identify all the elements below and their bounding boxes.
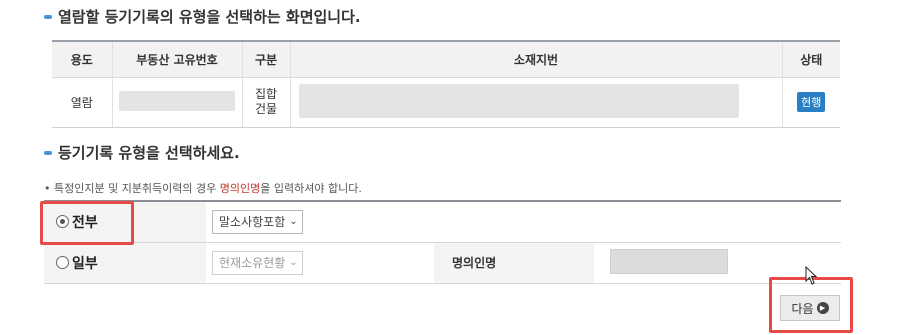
highlight-box-radio bbox=[40, 201, 134, 245]
next-button-label: 다음 bbox=[791, 301, 814, 316]
cell-unique-number bbox=[111, 77, 242, 128]
category-text: 집합건물 bbox=[254, 87, 278, 116]
next-button[interactable]: 다음 ▶ bbox=[780, 295, 840, 321]
notice-highlight: 명의인명 bbox=[219, 182, 261, 195]
header-purpose: 용도 bbox=[52, 40, 112, 78]
notice-text: • 특정인지분 및 지분취득이력의 경우 명의인명을 입력하셔야 합니다. bbox=[44, 180, 362, 196]
select-partial-scope[interactable]: 현재소유현황 ⌄ bbox=[212, 250, 303, 275]
notice-suffix: 을 입력하셔야 합니다. bbox=[260, 182, 362, 195]
owner-name-input[interactable] bbox=[610, 248, 728, 274]
record-type-table: 전부 말소사항포함 ⌄ 일부 현재소유현황 ⌄ 명의인명 bbox=[44, 200, 841, 284]
table-header-row: 용도 부동산 고유번호 구분 소재지번 상태 bbox=[52, 40, 840, 78]
cell-status: 현행 bbox=[781, 77, 840, 128]
cell-location bbox=[289, 77, 782, 128]
bullet-icon bbox=[44, 150, 52, 155]
section-title-text: 등기기록 유형을 선택하세요. bbox=[58, 144, 240, 162]
mouse-cursor-icon bbox=[805, 266, 818, 285]
property-table: 용도 부동산 고유번호 구분 소재지번 상태 열람 집합건물 현행 bbox=[52, 40, 840, 128]
radio-partial-label: 일부 bbox=[72, 255, 98, 272]
play-circle-icon: ▶ bbox=[816, 302, 829, 314]
header-unique-number: 부동산 고유번호 bbox=[111, 40, 242, 78]
radio-unchecked-icon[interactable] bbox=[56, 256, 69, 269]
chevron-down-icon: ⌄ bbox=[289, 257, 298, 268]
radio-cell-partial: 일부 bbox=[44, 242, 206, 284]
chevron-down-icon: ⌄ bbox=[289, 216, 298, 228]
section-title-text: 열람할 등기기록의 유형을 선택하는 화면입니다. bbox=[58, 8, 361, 26]
redacted-unique-number bbox=[119, 90, 235, 111]
notice-prefix: • 특정인지분 및 지분취득이력의 경우 bbox=[44, 182, 220, 195]
redacted-location bbox=[298, 83, 739, 118]
cell-category: 집합건물 bbox=[241, 77, 290, 128]
bullet-icon bbox=[44, 14, 52, 19]
select-partial-value: 현재소유현황 bbox=[219, 256, 286, 270]
select-full-value: 말소사항포함 bbox=[219, 215, 286, 230]
header-category: 구분 bbox=[241, 40, 290, 78]
section-title-select-type: 등기기록 유형을 선택하세요. bbox=[44, 142, 240, 163]
section-title-select-screen: 열람할 등기기록의 유형을 선택하는 화면입니다. bbox=[44, 6, 361, 27]
empty-cell bbox=[434, 200, 594, 243]
select-full-scope[interactable]: 말소사항포함 ⌄ bbox=[212, 209, 303, 234]
radio-partial[interactable]: 일부 bbox=[56, 253, 206, 273]
select-cell-full: 말소사항포함 ⌄ bbox=[206, 200, 434, 243]
select-cell-partial: 현재소유현황 ⌄ bbox=[206, 242, 434, 284]
empty-cell bbox=[594, 200, 841, 243]
header-status: 상태 bbox=[781, 40, 840, 78]
owner-name-label: 명의인명 bbox=[434, 242, 594, 284]
cell-purpose: 열람 bbox=[52, 77, 112, 128]
table-row: 열람 집합건물 현행 bbox=[52, 77, 840, 128]
option-row-partial: 일부 현재소유현황 ⌄ 명의인명 bbox=[44, 242, 841, 284]
header-location: 소재지번 bbox=[289, 40, 782, 78]
status-button[interactable]: 현행 bbox=[797, 92, 826, 112]
option-row-full: 전부 말소사항포함 ⌄ bbox=[44, 200, 841, 243]
